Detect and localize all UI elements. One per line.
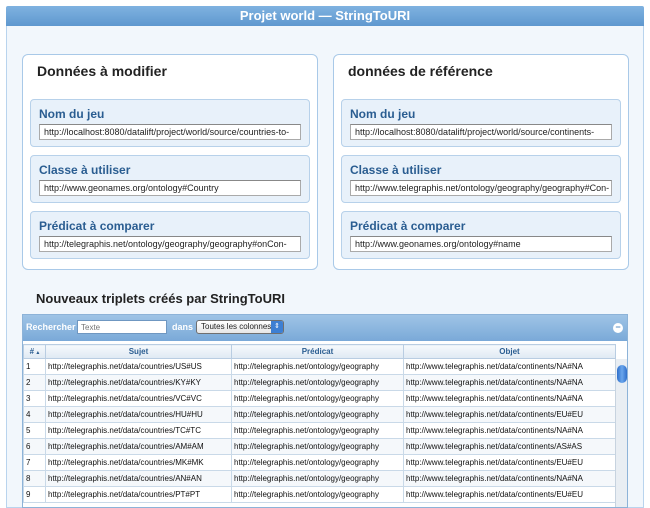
row-predicate: http://telegraphis.net/ontology/geograph…	[231, 358, 404, 375]
sort-icon: ▴	[36, 350, 40, 356]
vertical-scrollbar[interactable]	[615, 359, 627, 507]
row-index: 3	[23, 390, 46, 407]
in-label: dans	[172, 322, 194, 332]
panel-title: Données à modifier	[37, 63, 167, 79]
class-field: Classe à utiliser http://www.telegraphis…	[341, 155, 621, 203]
row-predicate: http://telegraphis.net/ontology/geograph…	[231, 486, 404, 503]
search-input[interactable]	[77, 320, 167, 334]
table-row[interactable]: 5 http://telegraphis.net/data/countries/T…	[23, 422, 616, 439]
row-object: http://www.telegraphis.net/data/continen…	[403, 390, 616, 407]
dataset-field: Nom du jeu http://localhost:8080/datalif…	[30, 99, 310, 147]
predicate-input[interactable]: http://telegraphis.net/ontology/geograph…	[39, 236, 301, 252]
column-header-object[interactable]: Objet	[403, 344, 616, 359]
results-table: # ▴ Sujet Prédicat Objet 1 http://telegra…	[23, 344, 616, 503]
row-object: http://www.telegraphis.net/data/continen…	[403, 470, 616, 487]
column-header-index[interactable]: # ▴	[23, 344, 46, 359]
row-index: 7	[23, 454, 46, 471]
predicate-input[interactable]: http://www.geonames.org/ontology#name	[350, 236, 612, 252]
table-row[interactable]: 1 http://telegraphis.net/data/countries/U…	[23, 358, 616, 375]
row-subject: http://telegraphis.net/data/countries/TC…	[45, 422, 232, 439]
row-subject: http://telegraphis.net/data/countries/KY…	[45, 374, 232, 391]
row-index: 4	[23, 406, 46, 423]
row-subject: http://telegraphis.net/data/countries/HU…	[45, 406, 232, 423]
row-subject: http://telegraphis.net/data/countries/AM…	[45, 438, 232, 455]
table-row[interactable]: 2 http://telegraphis.net/data/countries/K…	[23, 374, 616, 391]
class-input[interactable]: http://www.geonames.org/ontology#Country	[39, 180, 301, 196]
grid-toolbar: Rechercher dans Toutes les colonnes ⇕ −	[23, 315, 627, 341]
panel-title: données de référence	[348, 63, 493, 79]
row-predicate: http://telegraphis.net/ontology/geograph…	[231, 390, 404, 407]
results-grid: Rechercher dans Toutes les colonnes ⇕ − …	[22, 314, 628, 508]
row-object: http://www.telegraphis.net/data/continen…	[403, 374, 616, 391]
row-subject: http://telegraphis.net/data/countries/AN…	[45, 470, 232, 487]
field-label: Nom du jeu	[350, 107, 416, 121]
table-row[interactable]: 7 http://telegraphis.net/data/countries/M…	[23, 454, 616, 471]
table-row[interactable]: 3 http://telegraphis.net/data/countries/V…	[23, 390, 616, 407]
row-index: 1	[23, 358, 46, 375]
dataset-input[interactable]: http://localhost:8080/datalift/project/w…	[350, 124, 612, 140]
results-title: Nouveaux triplets créés par StringToURI	[36, 291, 285, 306]
field-label: Prédicat à comparer	[39, 219, 155, 233]
dataset-input[interactable]: http://localhost:8080/datalift/project/w…	[39, 124, 301, 140]
row-predicate: http://telegraphis.net/ontology/geograph…	[231, 438, 404, 455]
dataset-field: Nom du jeu http://localhost:8080/datalif…	[341, 99, 621, 147]
row-subject: http://telegraphis.net/data/countries/MK…	[45, 454, 232, 471]
window-title: Projet world — StringToURI	[6, 6, 644, 26]
row-index: 2	[23, 374, 46, 391]
class-field: Classe à utiliser http://www.geonames.or…	[30, 155, 310, 203]
predicate-field: Prédicat à comparer http://www.geonames.…	[341, 211, 621, 259]
row-subject: http://telegraphis.net/data/countries/US…	[45, 358, 232, 375]
field-label: Classe à utiliser	[39, 163, 131, 177]
collapse-icon[interactable]: −	[613, 323, 623, 333]
field-label: Nom du jeu	[39, 107, 105, 121]
row-index: 6	[23, 438, 46, 455]
row-predicate: http://telegraphis.net/ontology/geograph…	[231, 422, 404, 439]
row-index: 9	[23, 486, 46, 503]
row-index: 8	[23, 470, 46, 487]
table-row[interactable]: 8 http://telegraphis.net/data/countries/A…	[23, 470, 616, 487]
chevron-updown-icon: ⇕	[271, 321, 283, 333]
table-row[interactable]: 4 http://telegraphis.net/data/countries/H…	[23, 406, 616, 423]
reference-data-panel: données de référence Nom du jeu http://l…	[333, 54, 629, 270]
search-label: Rechercher	[26, 322, 76, 332]
field-label: Classe à utiliser	[350, 163, 442, 177]
row-object: http://www.telegraphis.net/data/continen…	[403, 422, 616, 439]
column-header-predicate[interactable]: Prédicat	[231, 344, 404, 359]
predicate-field: Prédicat à comparer http://telegraphis.n…	[30, 211, 310, 259]
row-object: http://www.telegraphis.net/data/continen…	[403, 406, 616, 423]
table-header-row: # ▴ Sujet Prédicat Objet	[23, 344, 616, 359]
row-predicate: http://telegraphis.net/ontology/geograph…	[231, 470, 404, 487]
field-label: Prédicat à comparer	[350, 219, 466, 233]
row-object: http://www.telegraphis.net/data/continen…	[403, 438, 616, 455]
row-index: 5	[23, 422, 46, 439]
row-predicate: http://telegraphis.net/ontology/geograph…	[231, 374, 404, 391]
column-header-subject[interactable]: Sujet	[45, 344, 232, 359]
row-predicate: http://telegraphis.net/ontology/geograph…	[231, 454, 404, 471]
row-object: http://www.telegraphis.net/data/continen…	[403, 454, 616, 471]
table-row[interactable]: 6 http://telegraphis.net/data/countries/A…	[23, 438, 616, 455]
row-object: http://www.telegraphis.net/data/continen…	[403, 358, 616, 375]
row-subject: http://telegraphis.net/data/countries/VC…	[45, 390, 232, 407]
table-row[interactable]: 9 http://telegraphis.net/data/countries/P…	[23, 486, 616, 503]
row-subject: http://telegraphis.net/data/countries/PT…	[45, 486, 232, 503]
class-input[interactable]: http://www.telegraphis.net/ontology/geog…	[350, 180, 612, 196]
source-data-panel: Données à modifier Nom du jeu http://loc…	[22, 54, 318, 270]
column-select[interactable]: Toutes les colonnes ⇕	[196, 320, 284, 334]
row-predicate: http://telegraphis.net/ontology/geograph…	[231, 406, 404, 423]
row-object: http://www.telegraphis.net/data/continen…	[403, 486, 616, 503]
column-select-value: Toutes les colonnes	[201, 322, 272, 331]
scrollbar-thumb[interactable]	[617, 365, 627, 383]
